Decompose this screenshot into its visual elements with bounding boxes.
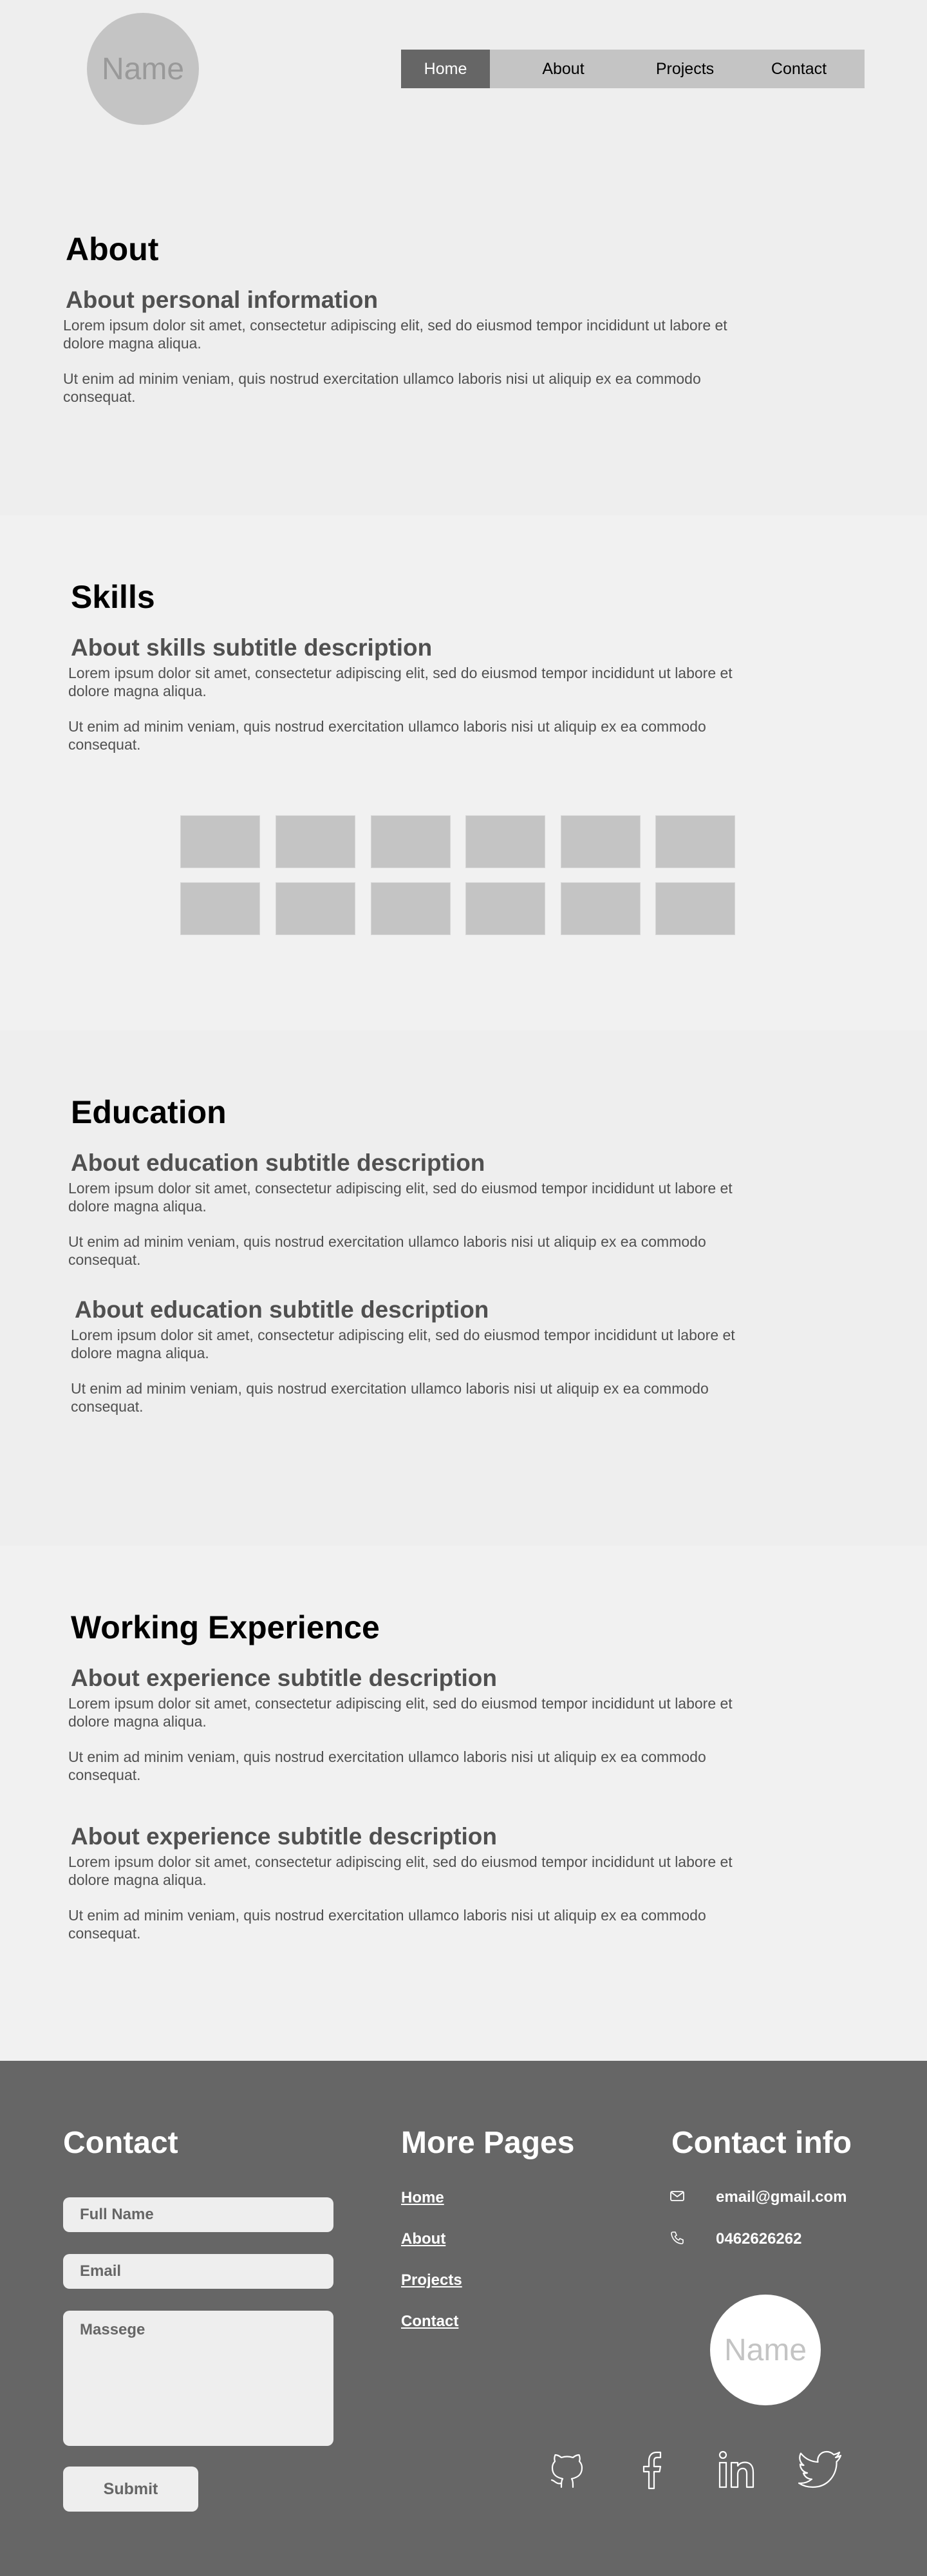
site-footer: Contact Full Name Email Massege Submit M…	[0, 2061, 927, 2576]
submit-button[interactable]: Submit	[63, 2467, 198, 2512]
logo[interactable]: Name	[87, 13, 199, 125]
skill-box	[465, 882, 545, 935]
education-paragraph: Ut enim ad minim veniam, quis nostrud ex…	[71, 1380, 709, 1415]
skills-paragraph-2: Ut enim ad minim veniam, quis nostrud ex…	[68, 718, 706, 753]
contact-title: Contact	[63, 2126, 178, 2160]
footer-logo[interactable]: Name	[710, 2295, 821, 2405]
about-section: About About personal information Lorem i…	[0, 148, 927, 515]
experience-section: Working Experience About experience subt…	[0, 1546, 927, 2061]
about-title: About	[66, 231, 159, 267]
about-subtitle: About personal information	[66, 287, 379, 313]
skill-box	[371, 815, 451, 868]
github-icon[interactable]	[545, 2447, 590, 2492]
about-paragraph-2: Ut enim ad minim veniam, quis nostrud ex…	[63, 370, 701, 405]
education-subtitle: About education subtitle description	[75, 1296, 489, 1323]
experience-paragraph: Ut enim ad minim veniam, quis nostrud ex…	[68, 1907, 706, 1942]
skill-box	[276, 815, 355, 868]
linkedin-icon[interactable]	[715, 2447, 760, 2492]
facebook-icon[interactable]	[630, 2447, 675, 2492]
contact-info-title: Contact info	[671, 2126, 852, 2160]
skills-paragraph-1: Lorem ipsum dolor sit amet, consectetur …	[68, 665, 733, 699]
phone-icon	[671, 2231, 684, 2244]
skill-box	[276, 882, 355, 935]
footer-link-about[interactable]: About	[401, 2230, 445, 2248]
skill-box	[655, 815, 735, 868]
contact-email[interactable]: email@gmail.com	[716, 2188, 847, 2206]
full-name-field[interactable]: Full Name	[63, 2197, 333, 2232]
experience-title: Working Experience	[71, 1609, 380, 1645]
skill-box	[180, 882, 260, 935]
message-field[interactable]: Massege	[63, 2311, 333, 2446]
email-field[interactable]: Email	[63, 2254, 333, 2289]
footer-link-projects[interactable]: Projects	[401, 2271, 462, 2289]
site-header: Name Home About Projects Contact	[0, 0, 927, 148]
nav-item-projects[interactable]: Projects	[637, 50, 733, 88]
skill-box	[561, 882, 641, 935]
skills-title: Skills	[71, 579, 155, 615]
contact-phone[interactable]: 0462626262	[716, 2230, 801, 2248]
skill-box	[180, 815, 260, 868]
experience-paragraph: Lorem ipsum dolor sit amet, consectetur …	[68, 1853, 733, 1888]
skill-box	[561, 815, 641, 868]
education-subtitle: About education subtitle description	[71, 1150, 485, 1176]
education-paragraph: Ut enim ad minim veniam, quis nostrud ex…	[68, 1233, 706, 1268]
nav-item-home[interactable]: Home	[401, 50, 490, 88]
skill-box	[655, 882, 735, 935]
experience-subtitle: About experience subtitle description	[71, 1823, 498, 1850]
skills-subtitle: About skills subtitle description	[71, 634, 433, 661]
experience-paragraph: Ut enim ad minim veniam, quis nostrud ex…	[68, 1748, 706, 1783]
education-paragraph: Lorem ipsum dolor sit amet, consectetur …	[71, 1327, 735, 1361]
footer-link-contact[interactable]: Contact	[401, 2313, 458, 2331]
twitter-icon[interactable]	[798, 2447, 843, 2492]
skill-box	[371, 882, 451, 935]
about-paragraph-1: Lorem ipsum dolor sit amet, consectetur …	[63, 317, 727, 352]
nav-item-contact[interactable]: Contact	[733, 50, 865, 88]
skill-box	[465, 815, 545, 868]
footer-link-home[interactable]: Home	[401, 2189, 444, 2207]
education-section: Education About education subtitle descr…	[0, 1030, 927, 1546]
experience-subtitle: About experience subtitle description	[71, 1665, 498, 1691]
skills-section: Skills About skills subtitle description…	[0, 515, 927, 1030]
mail-icon	[670, 2191, 684, 2201]
main-nav: Home About Projects Contact	[401, 50, 865, 88]
education-title: Education	[71, 1094, 227, 1130]
education-paragraph: Lorem ipsum dolor sit amet, consectetur …	[68, 1180, 733, 1215]
nav-item-about[interactable]: About	[490, 50, 637, 88]
experience-paragraph: Lorem ipsum dolor sit amet, consectetur …	[68, 1695, 733, 1730]
more-pages-title: More Pages	[401, 2126, 575, 2160]
